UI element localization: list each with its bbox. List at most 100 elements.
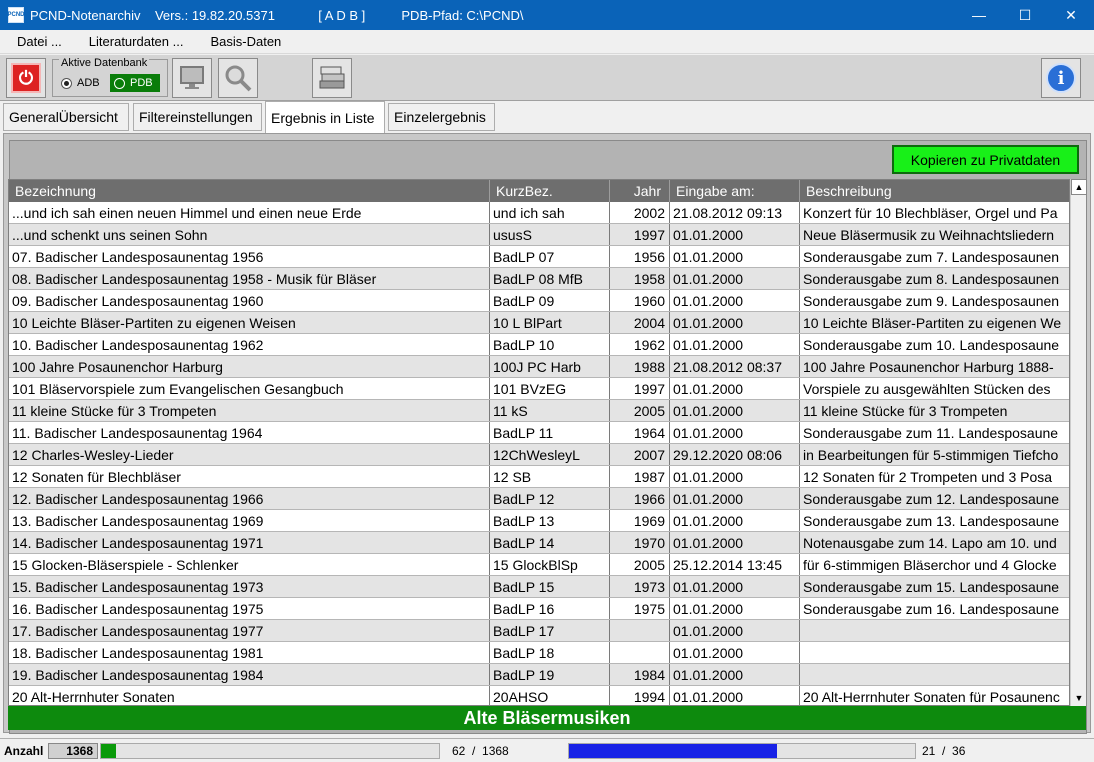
cell-beschreibung: Sonderausgabe zum 10. Landesposaune	[803, 336, 1060, 353]
table-row[interactable]: 101 Bläservorspiele zum Evangelischen Ge…	[9, 378, 1069, 400]
table-row[interactable]: 12 Charles-Wesley-Lieder 12ChWesleyL 2007 2…	[9, 444, 1069, 466]
cell-beschreibung: 100 Jahre Posaunenchor Harburg 1888-	[803, 358, 1054, 375]
monitor-button[interactable]	[172, 58, 212, 98]
cell-kurzbez: BadLP 15	[490, 576, 610, 597]
cell-bezeichnung: 16. Badischer Landesposaunentag 1975	[9, 598, 490, 619]
table-row[interactable]: 19. Badischer Landesposaunentag 1984 BadL…	[9, 664, 1069, 686]
info-button[interactable]: i	[1041, 58, 1081, 98]
cell-eingabe: 01.01.2000	[670, 620, 800, 641]
books-button[interactable]	[312, 58, 352, 98]
info-icon: i	[1046, 63, 1076, 93]
table-row[interactable]: 10 Leichte Bläser-Partiten zu eigenen We…	[9, 312, 1069, 334]
app-icon: PCND	[8, 7, 25, 23]
cell-bezeichnung: 14. Badischer Landesposaunentag 1971	[9, 532, 490, 553]
cell-eingabe: 21.08.2012 08:37	[670, 356, 800, 377]
maximize-button[interactable]: ☐	[1002, 0, 1048, 30]
cell-beschreibung: Konzert für 10 Blechbläser, Orgel und Pa	[803, 204, 1058, 221]
minimize-button[interactable]: —	[956, 0, 1002, 30]
toolbar: ⏻ Aktive Datenbank ADB PDB i	[0, 55, 1094, 101]
menu-basis-daten[interactable]: Basis-Daten	[193, 34, 291, 49]
cell-jahr: 1962	[610, 334, 670, 355]
table-row[interactable]: 09. Badischer Landesposaunentag 1960 BadL…	[9, 290, 1069, 312]
menu-datei[interactable]: Datei ...	[0, 34, 72, 49]
record-progress-fill	[101, 744, 117, 758]
menu-bar: Datei ... Literaturdaten ... Basis-Daten	[0, 30, 1094, 54]
close-button[interactable]: ✕	[1048, 0, 1094, 30]
cell-eingabe: 01.01.2000	[670, 378, 800, 399]
cell-kurzbez: 10 L BlPart	[490, 312, 610, 333]
vertical-scrollbar[interactable]: ▲ ▼	[1070, 179, 1087, 706]
cell-jahr: 1964	[610, 422, 670, 443]
cell-eingabe: 01.01.2000	[670, 466, 800, 487]
cell-jahr: 1973	[610, 576, 670, 597]
table-row[interactable]: 100 Jahre Posaunenchor Harburg 100J PC Ha…	[9, 356, 1069, 378]
cell-jahr: 1997	[610, 378, 670, 399]
cell-beschreibung: Sonderausgabe zum 13. Landesposaune	[803, 512, 1060, 529]
tab-ergebnis-in-liste[interactable]: Ergebnis in Liste	[265, 101, 385, 133]
adb-radio[interactable]: ADB	[61, 77, 100, 89]
table-row[interactable]: 10. Badischer Landesposaunentag 1962 BadL…	[9, 334, 1069, 356]
table-row[interactable]: 20 Alt-Herrnhuter Sonaten 20AHSO 1994 01.01…	[9, 686, 1069, 705]
table-row[interactable]: 11. Badischer Landesposaunentag 1964 BadL…	[9, 422, 1069, 444]
scroll-up-icon[interactable]: ▲	[1071, 179, 1087, 195]
cell-jahr: 1969	[610, 510, 670, 531]
table-row[interactable]: 11 kleine Stücke für 3 Trompeten 11 kS 200…	[9, 400, 1069, 422]
table-row[interactable]: 13. Badischer Landesposaunentag 1969 BadL…	[9, 510, 1069, 532]
cell-bezeichnung: 17. Badischer Landesposaunentag 1977	[9, 620, 490, 641]
column-header-kurzbez[interactable]: KurzBez.	[490, 180, 610, 202]
pdb-label: PDB	[130, 77, 153, 89]
table-row[interactable]: 07. Badischer Landesposaunentag 1956 BadL…	[9, 246, 1069, 268]
search-button[interactable]	[218, 58, 258, 98]
column-header-bezeichnung[interactable]: Bezeichnung	[9, 180, 490, 202]
table-row[interactable]: 15. Badischer Landesposaunentag 1973 BadL…	[9, 576, 1069, 598]
pdb-radio[interactable]: PDB	[110, 74, 160, 92]
table-row[interactable]: 12. Badischer Landesposaunentag 1966 BadL…	[9, 488, 1069, 510]
record-progress-bar	[100, 743, 440, 759]
power-button[interactable]: ⏻	[6, 58, 46, 98]
cell-kurzbez: BadLP 16	[490, 598, 610, 619]
results-table: Bezeichnung KurzBez. Jahr Eingabe am: Be…	[8, 179, 1070, 706]
column-header-eingabe[interactable]: Eingabe am:	[670, 180, 800, 202]
tab-einzelergebnis[interactable]: Einzelergebnis	[388, 103, 495, 131]
radio-dot-icon	[114, 77, 125, 89]
tab-generaluebersicht[interactable]: GeneralÜbersicht	[3, 103, 129, 131]
cell-jahr: 1984	[610, 664, 670, 685]
cell-bezeichnung: 101 Bläservorspiele zum Evangelischen Ge…	[9, 378, 490, 399]
cell-eingabe: 01.01.2000	[670, 488, 800, 509]
cell-bezeichnung: 11. Badischer Landesposaunentag 1964	[9, 422, 490, 443]
table-row[interactable]: 16. Badischer Landesposaunentag 1975 BadL…	[9, 598, 1069, 620]
table-row[interactable]: 12 Sonaten für Blechbläser 12 SB 1987 01.01…	[9, 466, 1069, 488]
cell-jahr: 1987	[610, 466, 670, 487]
cell-kurzbez: BadLP 17	[490, 620, 610, 641]
active-database-label: Aktive Datenbank	[59, 57, 150, 69]
table-row[interactable]: 08. Badischer Landesposaunentag 1958 - M…	[9, 268, 1069, 290]
cell-beschreibung: Sonderausgabe zum 7. Landesposaunen	[803, 248, 1060, 265]
cell-kurzbez: 12ChWesleyL	[490, 444, 610, 465]
table-header: Bezeichnung KurzBez. Jahr Eingabe am: Be…	[9, 180, 1069, 202]
table-row[interactable]: 14. Badischer Landesposaunentag 1971 BadL…	[9, 532, 1069, 554]
cell-beschreibung: Sonderausgabe zum 16. Landesposaune	[803, 600, 1060, 617]
table-row[interactable]: 15 Glocken-Bläserspiele - Schlenker 15 Gl…	[9, 554, 1069, 576]
table-row[interactable]: ...und ich sah einen neuen Himmel und ei…	[9, 202, 1069, 224]
table-row[interactable]: ...und schenkt uns seinen Sohn ususS 1997 0…	[9, 224, 1069, 246]
table-row[interactable]: 17. Badischer Landesposaunentag 1977 BadL…	[9, 620, 1069, 642]
cell-jahr: 1956	[610, 246, 670, 267]
cell-bezeichnung: 18. Badischer Landesposaunentag 1981	[9, 642, 490, 663]
table-row[interactable]: 18. Badischer Landesposaunentag 1981 BadL…	[9, 642, 1069, 664]
count-value: 1368	[48, 743, 98, 759]
cell-eingabe: 01.01.2000	[670, 400, 800, 421]
copy-to-private-button[interactable]: Kopieren zu Privatdaten	[892, 145, 1079, 174]
menu-literaturdaten[interactable]: Literaturdaten ...	[72, 34, 194, 49]
cell-beschreibung: 12 Sonaten für 2 Trompeten und 3 Posa	[803, 468, 1053, 485]
column-header-beschreibung[interactable]: Beschreibung	[800, 180, 1069, 202]
scroll-down-icon[interactable]: ▼	[1071, 690, 1087, 706]
cell-jahr: 2002	[610, 202, 670, 223]
cell-eingabe: 01.01.2000	[670, 422, 800, 443]
tab-filtereinstellungen[interactable]: Filtereinstellungen	[133, 103, 262, 131]
cell-bezeichnung: 11 kleine Stücke für 3 Trompeten	[9, 400, 490, 421]
cell-bezeichnung: 19. Badischer Landesposaunentag 1984	[9, 664, 490, 685]
books-icon	[319, 66, 345, 89]
cell-beschreibung	[800, 664, 1069, 685]
column-header-jahr[interactable]: Jahr	[610, 180, 670, 202]
cell-bezeichnung: 10. Badischer Landesposaunentag 1962	[9, 334, 490, 355]
